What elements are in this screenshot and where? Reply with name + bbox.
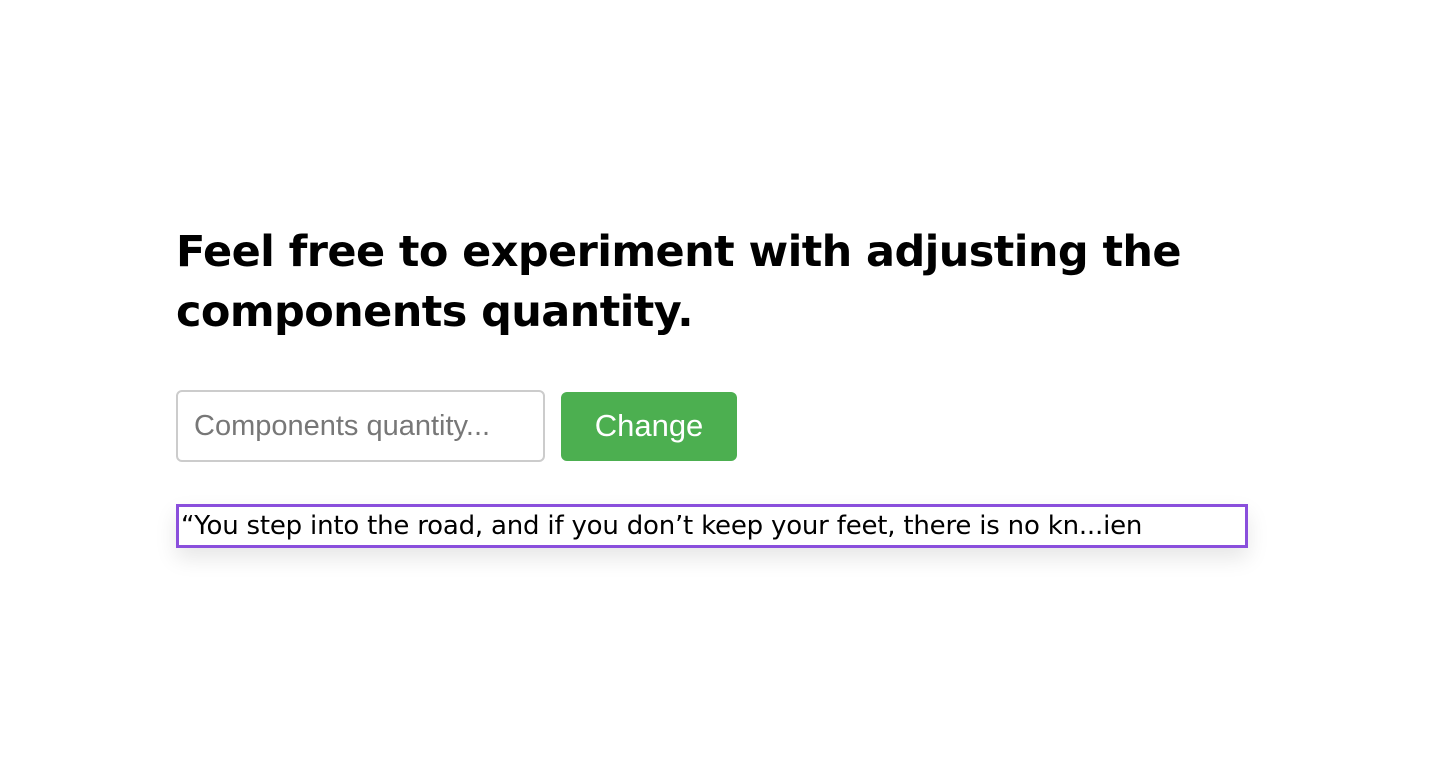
- quantity-controls: Change: [176, 390, 1256, 462]
- change-button[interactable]: Change: [561, 391, 737, 461]
- quote-box: “You step into the road, and if you don’…: [176, 504, 1248, 548]
- page-heading: Feel free to experiment with adjusting t…: [176, 227, 1182, 337]
- main-content: Feel free to experiment with adjusting t…: [176, 222, 1256, 548]
- components-quantity-input[interactable]: [176, 390, 545, 462]
- quote-text: “You step into the road, and if you don’…: [181, 511, 1143, 541]
